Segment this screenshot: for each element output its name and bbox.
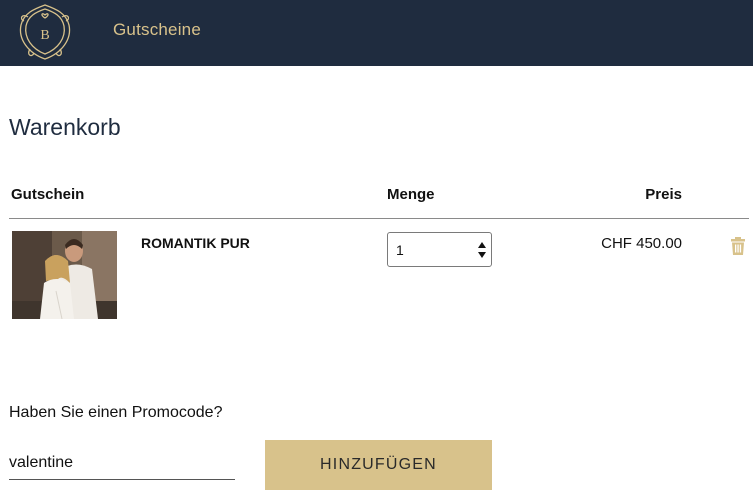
quantity-select[interactable]: 1: [387, 232, 492, 267]
add-promo-button[interactable]: HINZUFÜGEN: [265, 440, 492, 490]
logo-icon[interactable]: B: [16, 3, 74, 61]
product-name: ROMANTIK PUR: [141, 235, 250, 251]
page-title: Warenkorb: [9, 114, 121, 140]
trash-icon[interactable]: [729, 236, 747, 256]
nav-link-gutscheine[interactable]: Gutscheine: [113, 20, 201, 40]
column-header-quantity: Menge: [387, 186, 435, 203]
item-price: CHF 450.00: [601, 235, 682, 252]
product-image: [12, 231, 117, 319]
logo-letter: B: [40, 28, 49, 43]
stepper-arrows-icon[interactable]: [477, 239, 487, 261]
column-header-voucher: Gutschein: [11, 186, 85, 203]
column-header-price: Preis: [645, 186, 682, 203]
promo-label: Haben Sie einen Promocode?: [9, 404, 223, 421]
quantity-value: 1: [396, 242, 404, 258]
table-divider: [9, 218, 749, 219]
promo-code-input[interactable]: [9, 446, 235, 480]
top-bar: B Gutscheine: [0, 0, 753, 66]
